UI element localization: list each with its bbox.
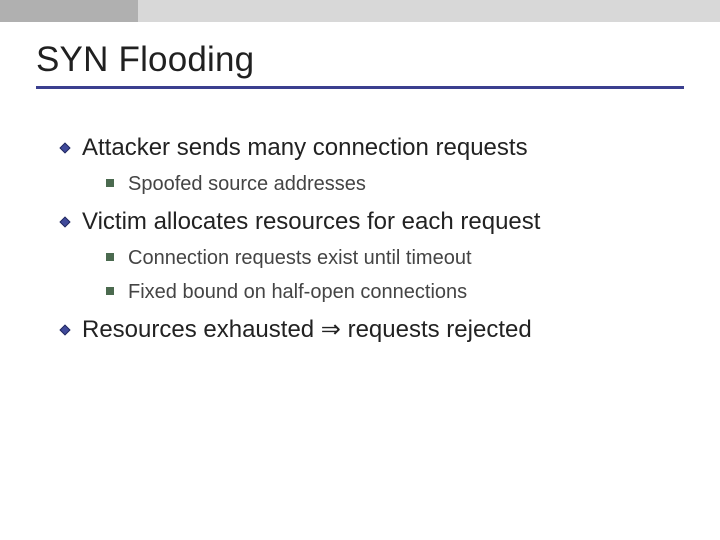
slide-title: SYN Flooding: [36, 40, 720, 80]
bullet-level2: Connection requests exist until timeout: [106, 245, 678, 271]
sub-bullet-text: Connection requests exist until timeout: [128, 245, 472, 271]
diamond-bullet-icon: [58, 215, 72, 229]
square-bullet-icon: [106, 179, 114, 187]
bullet-level1: Victim allocates resources for each requ…: [58, 207, 678, 237]
bullet-level1: Resources exhausted ⇒ requests rejected: [58, 315, 678, 345]
diamond-bullet-icon: [58, 323, 72, 337]
bullet-text: Victim allocates resources for each requ…: [82, 207, 540, 237]
bullet-level1: Attacker sends many connection requests: [58, 133, 678, 163]
square-bullet-icon: [106, 287, 114, 295]
top-decoration-bar-light: [138, 0, 720, 22]
bullet-text: Attacker sends many connection requests: [82, 133, 528, 163]
title-underline: [36, 86, 684, 89]
top-decoration-bar: [0, 0, 720, 22]
slide-body: Attacker sends many connection requests …: [58, 117, 678, 345]
square-bullet-icon: [106, 253, 114, 261]
sub-bullet-text: Fixed bound on half-open connections: [128, 279, 467, 305]
bullet-text: Resources exhausted ⇒ requests rejected: [82, 315, 532, 345]
sub-bullet-text: Spoofed source addresses: [128, 171, 366, 197]
diamond-bullet-icon: [58, 141, 72, 155]
bullet-level2: Spoofed source addresses: [106, 171, 678, 197]
bullet-level2: Fixed bound on half-open connections: [106, 279, 678, 305]
